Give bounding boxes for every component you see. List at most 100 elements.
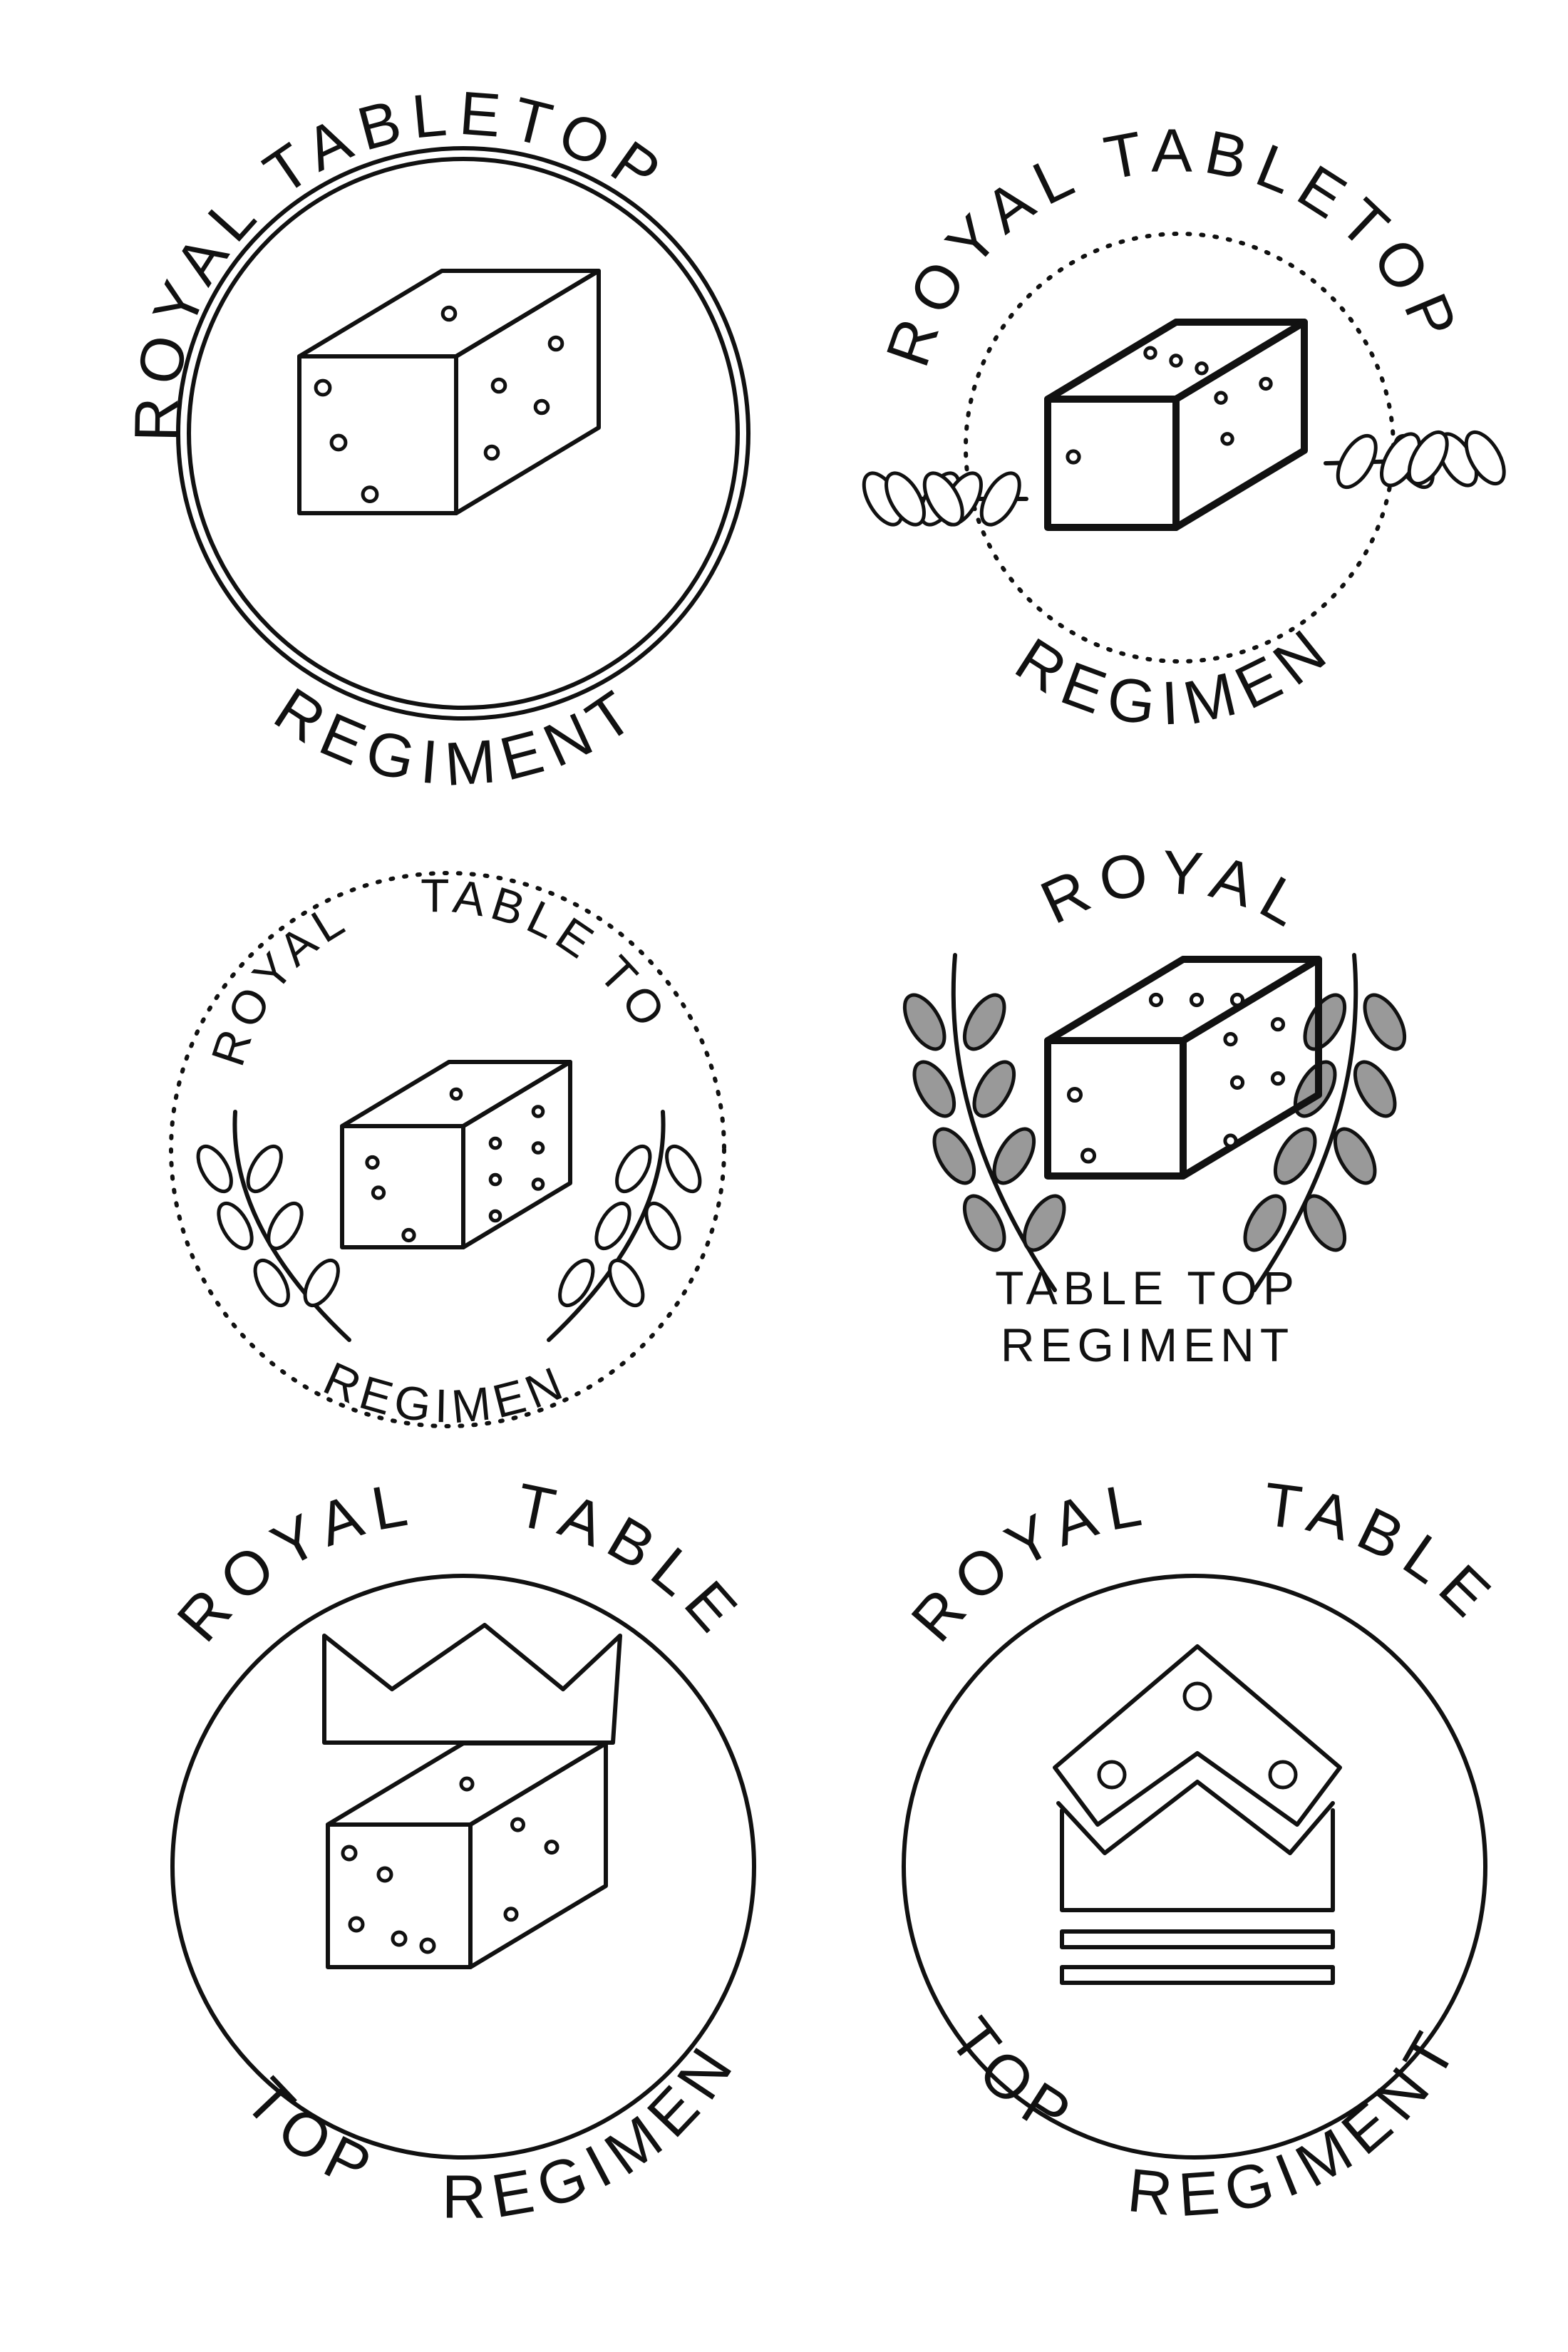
pip <box>1080 1147 1097 1164</box>
pip <box>488 1172 502 1187</box>
top-lettering: ROYAL TABLETOP <box>873 117 1473 375</box>
leaf <box>253 1258 290 1308</box>
pip <box>1195 361 1209 376</box>
top-right-lettering: TABLE <box>510 1471 756 1652</box>
leaf <box>912 1060 956 1118</box>
logo-sketch-4: ROYAL TABLE TOP REGIMENT <box>902 837 1407 1371</box>
pip <box>1066 1086 1083 1103</box>
leaf <box>303 1258 340 1308</box>
dice-icon <box>297 269 601 515</box>
leaf <box>972 1060 1016 1118</box>
leaf <box>1353 1060 1397 1118</box>
pip <box>1214 391 1228 405</box>
dice-crown-icon <box>1053 1644 1342 1985</box>
leaf <box>246 1144 283 1194</box>
pip <box>1229 992 1245 1008</box>
pip <box>314 378 332 397</box>
leaf <box>608 1258 645 1308</box>
leaf <box>962 993 1006 1051</box>
pip <box>531 1177 545 1191</box>
leaf <box>644 1201 681 1251</box>
leaf <box>1303 1194 1347 1252</box>
top-left-lettering: ROYAL <box>165 1469 422 1655</box>
cube-side-face <box>454 269 601 515</box>
logo-sketch-6: ROYAL TABLE TOP REGIMENT <box>899 1469 1510 2230</box>
pip <box>503 1907 519 1922</box>
pip <box>490 377 507 394</box>
pip <box>419 1937 436 1954</box>
pip <box>531 1141 545 1155</box>
bottom-line-1: TABLE TOP <box>995 1262 1300 1314</box>
pip <box>1148 992 1164 1008</box>
logo-sketch-5: ROYAL TABLE TOP REGIMENT <box>0 0 756 2232</box>
pip <box>1223 1032 1238 1047</box>
pip <box>488 1136 502 1150</box>
top-lettering: ROYAL <box>1031 837 1321 944</box>
cube-side-face <box>468 1741 608 1969</box>
bottom-line-2: REGIMENT <box>1001 1319 1294 1371</box>
cube-side-face <box>1172 319 1308 531</box>
top-lettering: ROYAL TABLETOP <box>122 79 680 443</box>
pip <box>365 1155 380 1170</box>
pip <box>544 1840 559 1855</box>
logo-sketch-1: ROYAL TABLETOP REGIMENT <box>122 79 751 799</box>
pip <box>348 1916 365 1933</box>
pip <box>391 1930 408 1947</box>
pip <box>510 1817 525 1832</box>
pip <box>401 1227 416 1243</box>
top-left-lettering: ROYAL <box>201 891 357 1072</box>
pip <box>1223 1133 1238 1148</box>
dice-icon <box>1044 319 1308 531</box>
pip <box>547 335 564 352</box>
cube-front-face <box>340 1124 465 1249</box>
leaf <box>1333 1127 1377 1185</box>
pip <box>449 1087 463 1101</box>
pip <box>329 433 348 452</box>
leaf <box>932 1127 976 1185</box>
leaf <box>1243 1194 1287 1252</box>
leaf <box>902 993 947 1051</box>
crown-icon <box>322 1623 622 1745</box>
leaf <box>615 1144 652 1194</box>
top-right-lettering: TABLE <box>1260 1470 1510 1636</box>
pip <box>1189 992 1205 1008</box>
leaf <box>1363 993 1407 1051</box>
pip <box>1259 376 1273 391</box>
bottom-lettering: REGIMENT <box>263 673 653 799</box>
leaf <box>1303 993 1347 1051</box>
pip <box>361 485 379 503</box>
pip <box>1229 1075 1245 1090</box>
inner-ring <box>187 157 740 710</box>
pip <box>483 444 500 461</box>
pip <box>1220 432 1234 446</box>
cube-front-face <box>1044 1037 1187 1180</box>
pip <box>1270 1017 1286 1032</box>
bottom-left-lettering: TOP <box>232 2065 390 2207</box>
cube-front-face <box>1044 396 1180 531</box>
pip <box>1270 1071 1286 1086</box>
leaf <box>665 1144 702 1194</box>
leaf <box>1022 1194 1066 1252</box>
laurel-icon <box>196 1110 702 1342</box>
pip <box>440 305 458 322</box>
pip <box>376 1866 393 1883</box>
pip <box>1169 354 1183 368</box>
dice-icon <box>1044 956 1322 1180</box>
pip <box>371 1185 386 1200</box>
leaf <box>558 1258 595 1308</box>
leaf-branches-icon <box>862 430 1506 527</box>
pip <box>459 1776 475 1792</box>
pip <box>1143 346 1157 360</box>
pip <box>531 1105 545 1118</box>
leaf <box>992 1127 1036 1185</box>
logo-sketch-sheet: ROYAL TABLETOP REGIMENT ROYAL TABLETOP R… <box>0 0 1510 2232</box>
bottom-right-lettering: REGIMENT <box>0 0 751 2232</box>
cube-side-face <box>461 1060 572 1249</box>
bottom-left-lettering: TOP <box>937 2006 1090 2154</box>
dice-icon <box>340 1060 572 1249</box>
pip <box>533 398 550 416</box>
bottom-right-lettering: REGIMENT <box>1125 2013 1474 2229</box>
dice-icon <box>326 1741 608 1969</box>
leaf <box>196 1144 233 1194</box>
pip <box>1066 449 1081 465</box>
